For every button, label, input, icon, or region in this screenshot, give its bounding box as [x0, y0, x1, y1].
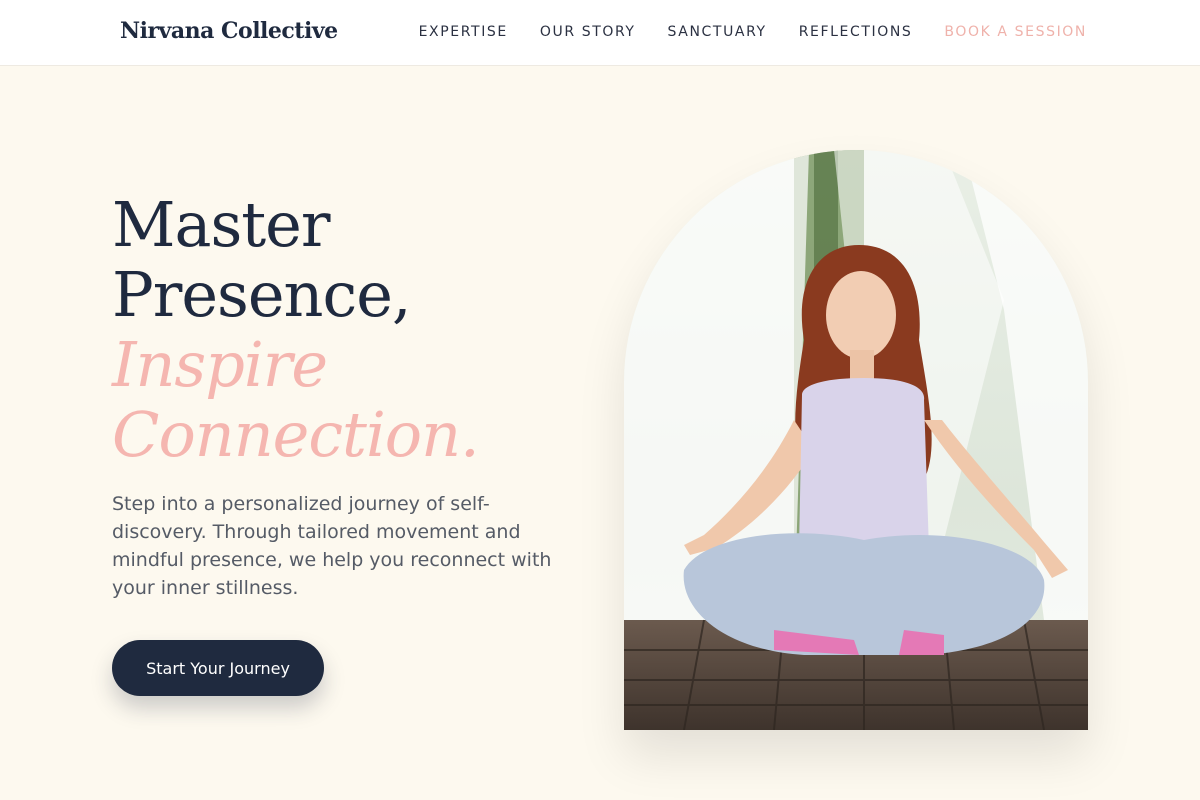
headline-line-master: Master [112, 188, 331, 261]
brand-logo[interactable]: Nirvana Collective [120, 18, 338, 44]
nav-our-story[interactable]: OUR STORY [540, 24, 636, 40]
nav-expertise[interactable]: EXPERTISE [419, 24, 508, 40]
headline-accent-inspire: Inspire [112, 328, 328, 401]
meditation-illustration [624, 150, 1088, 730]
hero-description: Step into a personalized journey of self… [112, 493, 552, 599]
headline-accent-connection: Connection. [112, 398, 480, 471]
hero-text-block: Master Presence, Inspire Connection. Ste… [112, 190, 592, 602]
start-journey-button[interactable]: Start Your Journey [112, 640, 324, 696]
main-nav: EXPERTISE OUR STORY SANCTUARY REFLECTION… [419, 24, 1087, 40]
hero-headline: Master Presence, Inspire Connection. [112, 190, 592, 470]
hero-photo [624, 150, 1088, 730]
site-header: Nirvana Collective EXPERTISE OUR STORY S… [0, 0, 1200, 66]
headline-line-presence: Presence, [112, 258, 412, 331]
nav-book-a-session[interactable]: BOOK A SESSION [944, 24, 1087, 40]
nav-reflections[interactable]: REFLECTIONS [799, 24, 913, 40]
nav-sanctuary[interactable]: SANCTUARY [668, 24, 767, 40]
